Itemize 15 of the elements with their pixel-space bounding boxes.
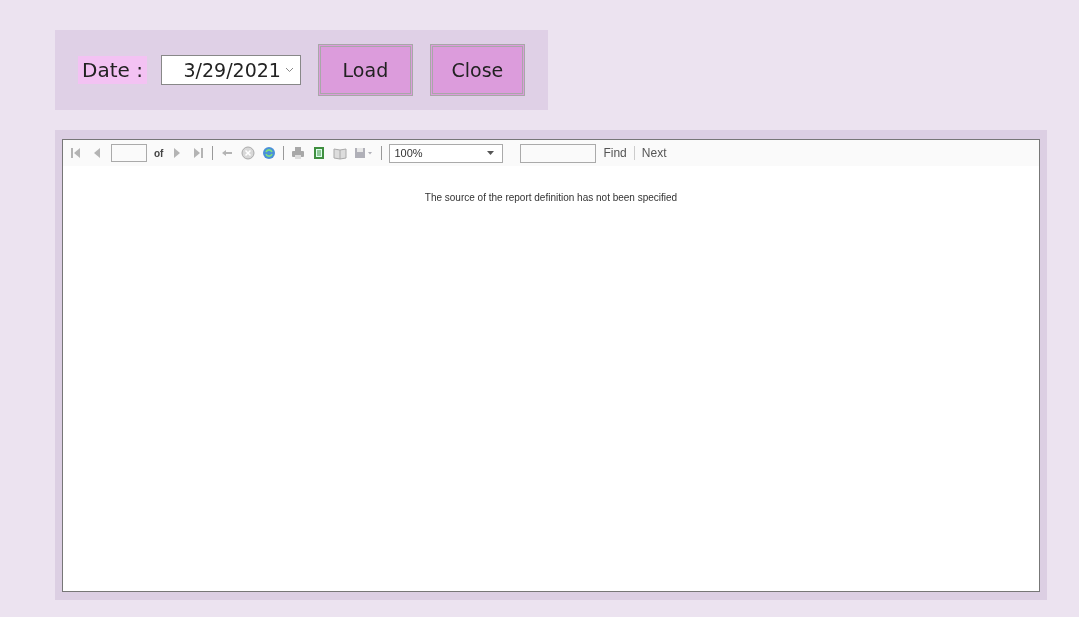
report-message: The source of the report definition has not been specified — [424, 192, 678, 204]
zoom-dropdown[interactable]: 100% — [389, 143, 504, 163]
find-link[interactable]: Find — [603, 146, 627, 160]
caret-icon — [284, 67, 294, 73]
date-label: Date : — [78, 56, 147, 84]
date-picker[interactable]: 3/29/2021 — [160, 55, 301, 85]
refresh-icon[interactable] — [262, 146, 277, 160]
load-button[interactable]: Load — [317, 44, 413, 96]
close-button[interactable]: Close — [429, 44, 525, 96]
caret-icon — [487, 151, 495, 155]
page-number-field[interactable] — [111, 144, 147, 162]
find-field[interactable] — [520, 143, 597, 163]
page-icon[interactable] — [312, 146, 327, 160]
next-link[interactable]: Next — [641, 146, 667, 160]
of-label: of — [154, 147, 164, 159]
